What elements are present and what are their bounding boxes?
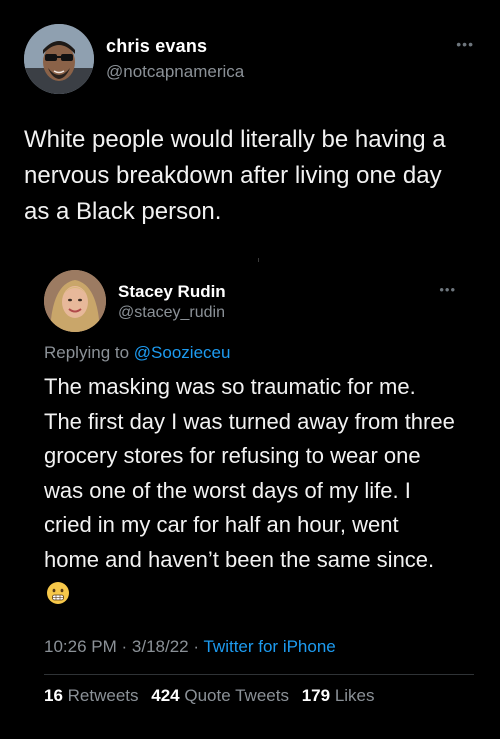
likes-label[interactable]: Likes <box>335 686 375 705</box>
quote-tweets-count[interactable]: 424 <box>151 686 179 705</box>
more-dots-icon[interactable]: ••• <box>456 36 474 52</box>
quoted-user-handle[interactable]: @stacey_rudin <box>118 304 225 322</box>
tweet-text: White people would literally be having a… <box>24 126 446 225</box>
avatar[interactable] <box>24 24 94 94</box>
separator: · <box>121 637 128 656</box>
quoted-display-name[interactable]: Stacey Rudin <box>118 282 226 302</box>
replying-label: Replying to <box>44 343 130 362</box>
grimacing-face-emoji <box>46 581 70 605</box>
tweet-date[interactable]: 3/18/22 <box>132 637 189 656</box>
user-handle[interactable]: @notcapnamerica <box>106 62 244 82</box>
retweets-count[interactable]: 16 <box>44 686 63 705</box>
tweet-screenshot: chris evans @notcapnamerica ••• White pe… <box>0 0 500 739</box>
profile-photo-icon <box>24 24 94 94</box>
tweet-source-link[interactable]: Twitter for iPhone <box>203 637 335 656</box>
profile-photo-icon <box>44 270 106 332</box>
tweet-meta: 10:26 PM · 3/18/22 · Twitter for iPhone <box>44 637 336 657</box>
quote-tweets-label[interactable]: Quote Tweets <box>184 686 289 705</box>
separator: · <box>193 637 200 656</box>
display-name[interactable]: chris evans <box>106 36 207 57</box>
quoted-tweet-body: The masking was so traumatic for me. The… <box>44 374 455 572</box>
more-dots-icon[interactable]: ••• <box>439 282 456 297</box>
quoted-avatar[interactable] <box>44 270 106 332</box>
quoted-tweet-text: The masking was so traumatic for me. The… <box>44 370 456 612</box>
stats-divider <box>44 674 474 675</box>
mention-link[interactable]: @Soozieceu <box>134 343 231 362</box>
replying-to: Replying to @Soozieceu <box>44 343 230 363</box>
tweet-time[interactable]: 10:26 PM <box>44 637 117 656</box>
divider <box>258 258 259 262</box>
likes-count[interactable]: 179 <box>302 686 330 705</box>
tweet-stats: 16 Retweets 424 Quote Tweets 179 Likes <box>44 686 375 706</box>
retweets-label[interactable]: Retweets <box>68 686 139 705</box>
